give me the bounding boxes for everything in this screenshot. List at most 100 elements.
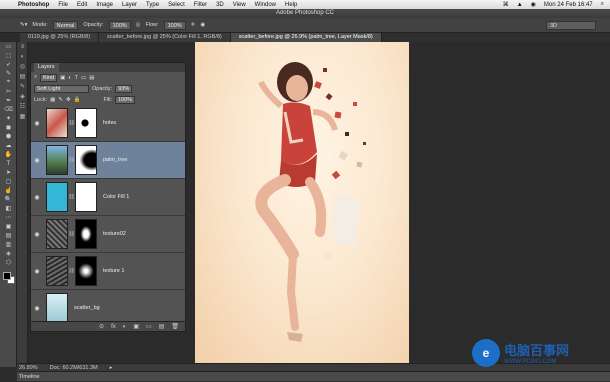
dock-panel-icon[interactable]: ◐ bbox=[17, 52, 28, 62]
tool-icon[interactable]: ☁ bbox=[0, 141, 17, 150]
dock-panel-icon[interactable]: ▤ bbox=[17, 72, 28, 82]
tool-icon[interactable]: ◧ bbox=[0, 204, 17, 213]
dock-panel-icon[interactable]: ☷ bbox=[17, 102, 28, 112]
layer-name[interactable]: texture 1 bbox=[103, 268, 124, 274]
tool-icon[interactable]: ▥ bbox=[0, 240, 17, 249]
tool-icon[interactable]: ⌫ bbox=[0, 105, 17, 114]
link-layers-icon[interactable]: ⊝ bbox=[99, 323, 104, 330]
tool-icon[interactable]: ▢ bbox=[0, 177, 17, 186]
blend-mode-dropdown[interactable]: Soft Light bbox=[34, 84, 89, 93]
new-layer-icon[interactable]: ▤ bbox=[159, 323, 165, 330]
tool-icon[interactable]: ✦ bbox=[0, 114, 17, 123]
flow-field[interactable]: 100% bbox=[163, 20, 186, 30]
mask-link-icon[interactable]: ⛓ bbox=[68, 194, 75, 200]
tool-icon[interactable]: ☝ bbox=[0, 186, 17, 195]
tool-icon[interactable]: ✒ bbox=[0, 96, 17, 105]
layer-mask-thumbnail[interactable] bbox=[75, 256, 97, 286]
adjustment-icon[interactable]: ▣ bbox=[133, 323, 139, 330]
foreground-color-swatch[interactable] bbox=[3, 272, 11, 280]
filter-shape-icon[interactable]: ▭ bbox=[81, 75, 86, 81]
menu-layer[interactable]: Layer bbox=[122, 2, 137, 8]
menu-image[interactable]: Image bbox=[96, 2, 113, 8]
tool-icon[interactable]: ➤ bbox=[0, 168, 17, 177]
lock-position-icon[interactable]: ✥ bbox=[66, 97, 71, 103]
layer-mask-thumbnail[interactable] bbox=[75, 108, 97, 138]
tool-icon[interactable]: ⬚ bbox=[0, 51, 17, 60]
filter-adjust-icon[interactable]: ◐ bbox=[68, 75, 71, 81]
status-icon[interactable]: ◉ bbox=[531, 1, 536, 8]
tab-document[interactable]: scatter_before.jpg @ 25% (Color Fill 1, … bbox=[99, 33, 231, 42]
mode-dropdown[interactable]: Normal bbox=[52, 20, 79, 30]
menu-file[interactable]: File bbox=[58, 2, 68, 8]
layer-thumbnail[interactable] bbox=[46, 182, 68, 212]
menu-type[interactable]: Type bbox=[146, 2, 159, 8]
tool-icon[interactable]: ✂ bbox=[0, 87, 17, 96]
tool-icon[interactable]: ➶ bbox=[0, 60, 17, 69]
search-icon[interactable]: ⌕ bbox=[601, 1, 604, 8]
layers-tab[interactable]: Layers bbox=[34, 63, 59, 72]
dock-panel-icon[interactable]: ▦ bbox=[17, 112, 28, 122]
tool-icon[interactable]: 🔍 bbox=[0, 195, 17, 204]
zoom-level[interactable]: 26.89% bbox=[19, 365, 38, 371]
visibility-eye-icon[interactable]: ◉ bbox=[31, 157, 43, 164]
lock-image-icon[interactable]: ✎ bbox=[58, 97, 63, 103]
layer-mask-thumbnail[interactable] bbox=[75, 182, 97, 212]
tool-icon[interactable]: T bbox=[0, 159, 17, 168]
mask-link-icon[interactable]: ⛓ bbox=[68, 231, 75, 237]
layer-name[interactable]: palm_tree bbox=[103, 157, 127, 163]
tool-icon[interactable]: ▣ bbox=[0, 222, 17, 231]
mask-link-icon[interactable]: ⛓ bbox=[68, 157, 75, 163]
tool-icon[interactable]: ▤ bbox=[0, 231, 17, 240]
visibility-eye-icon[interactable]: ◉ bbox=[31, 194, 43, 201]
lock-transparent-icon[interactable]: ▦ bbox=[50, 97, 55, 103]
layer-thumbnail[interactable] bbox=[46, 145, 68, 175]
tool-icon[interactable]: ⋯ bbox=[0, 213, 17, 222]
pressure-size-icon[interactable]: ◉ bbox=[200, 22, 205, 28]
menu-help[interactable]: Help bbox=[285, 2, 297, 8]
filter-pixel-icon[interactable]: ▣ bbox=[60, 75, 65, 81]
tool-icon[interactable]: ✎ bbox=[0, 69, 17, 78]
layer-thumbnail[interactable] bbox=[46, 108, 68, 138]
dock-panel-icon[interactable]: ✎ bbox=[17, 82, 28, 92]
tool-icon[interactable]: ⬡ bbox=[0, 258, 17, 267]
filter-smart-icon[interactable]: ▤ bbox=[89, 75, 94, 81]
status-menu-icon[interactable]: ▸ bbox=[110, 365, 113, 371]
layer-thumbnail[interactable] bbox=[46, 256, 68, 286]
layer-name[interactable]: texture02 bbox=[103, 231, 126, 237]
visibility-eye-icon[interactable]: ◉ bbox=[31, 305, 43, 312]
color-swatches[interactable] bbox=[3, 272, 15, 284]
mask-link-icon[interactable]: ⛓ bbox=[68, 120, 75, 126]
dock-panel-icon[interactable]: ≡ bbox=[17, 42, 28, 52]
filter-type-icon[interactable]: T bbox=[75, 75, 78, 81]
tool-icon[interactable]: ✋ bbox=[0, 150, 17, 159]
dock-panel-icon[interactable]: ◎ bbox=[17, 62, 28, 72]
tool-icon[interactable]: ◼ bbox=[0, 123, 17, 132]
layer-row[interactable]: ◉ ⛓ texture 1 bbox=[31, 253, 185, 290]
layer-name[interactable]: holes bbox=[103, 120, 116, 126]
visibility-eye-icon[interactable]: ◉ bbox=[31, 268, 43, 275]
doc-size[interactable]: Doc: 60.2M/631.3M bbox=[50, 365, 98, 371]
status-icon[interactable]: ⌘ bbox=[503, 1, 509, 8]
airbrush-icon[interactable]: ✈ bbox=[191, 22, 196, 28]
mask-icon[interactable]: ◐ bbox=[123, 324, 127, 330]
fill-field[interactable]: 100% bbox=[115, 95, 136, 104]
tab-document[interactable]: 0119.jpg @ 25% (RGB/8) bbox=[20, 33, 100, 42]
layer-filter-dropdown[interactable]: Kind bbox=[40, 73, 58, 82]
group-icon[interactable]: ▭ bbox=[146, 323, 152, 330]
tool-icon[interactable]: ⬢ bbox=[0, 132, 17, 141]
visibility-eye-icon[interactable]: ◉ bbox=[31, 120, 43, 127]
trash-icon[interactable]: 🗑 bbox=[171, 323, 179, 330]
dock-panel-icon[interactable]: ◈ bbox=[17, 92, 28, 102]
menu-view[interactable]: View bbox=[233, 2, 246, 8]
menu-edit[interactable]: Edit bbox=[77, 2, 87, 8]
document-canvas[interactable] bbox=[195, 42, 409, 363]
tool-icon[interactable]: ◈ bbox=[0, 249, 17, 258]
layer-row[interactable]: ◉ ⛓ Color Fill 1 bbox=[31, 179, 185, 216]
layer-name[interactable]: Color Fill 1 bbox=[103, 194, 129, 200]
layer-row[interactable]: ◉ ⛓ holes bbox=[31, 105, 185, 142]
layer-opacity-field[interactable]: 93% bbox=[115, 84, 133, 93]
tool-icon[interactable]: ⌖ bbox=[0, 78, 17, 87]
brush-preset-icon[interactable]: ✎▾ bbox=[20, 22, 27, 28]
pressure-opacity-icon[interactable]: ◎ bbox=[136, 22, 141, 28]
layer-mask-thumbnail[interactable] bbox=[75, 145, 97, 175]
